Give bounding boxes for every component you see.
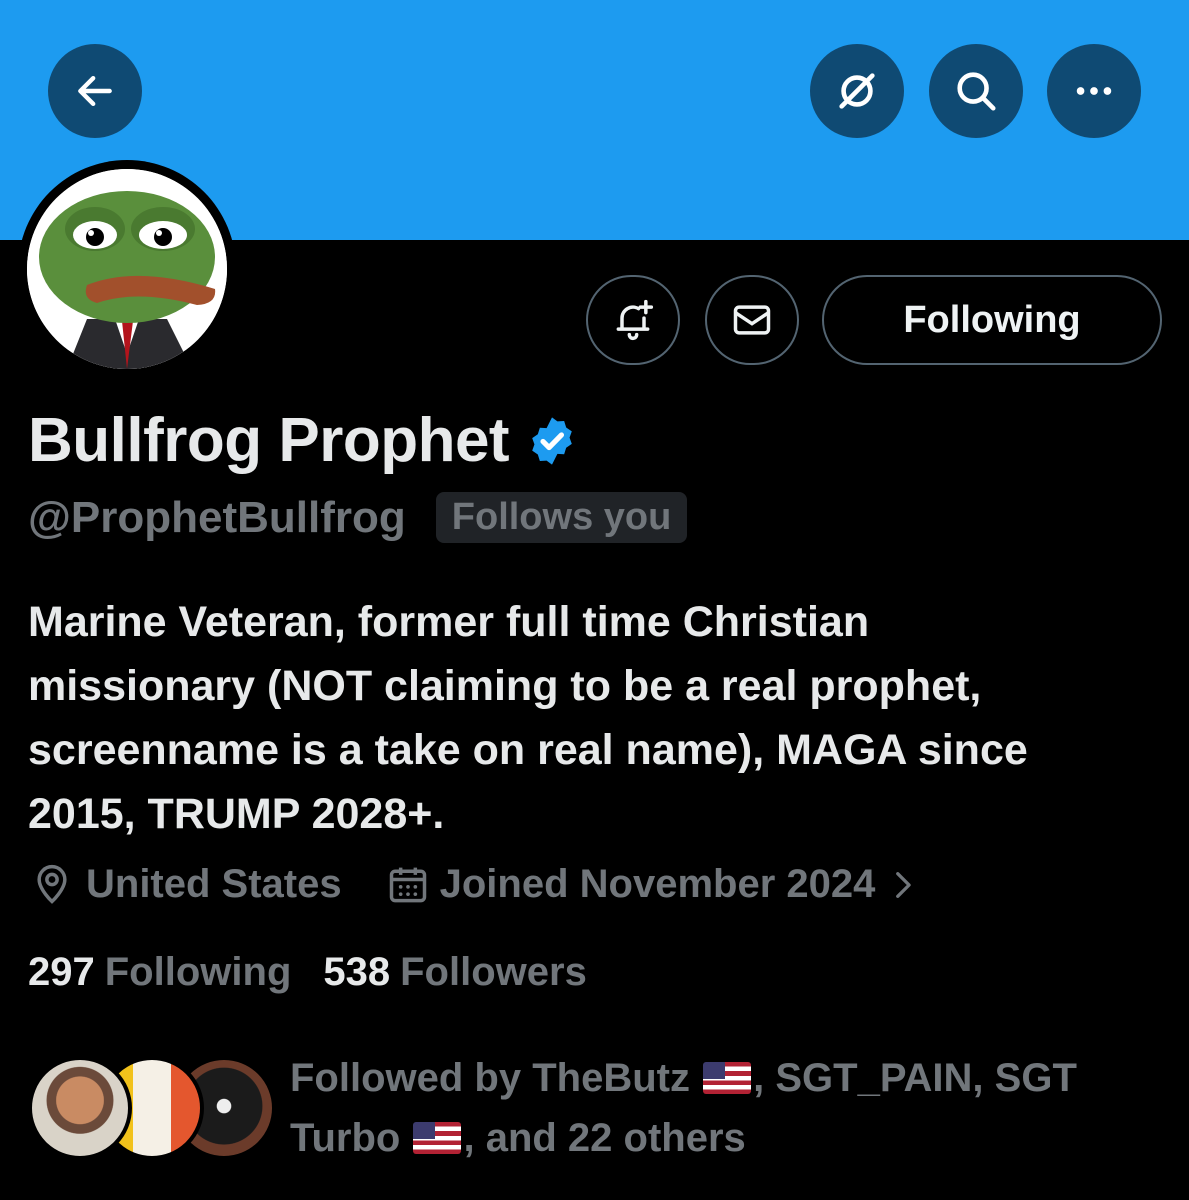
message-button[interactable] xyxy=(705,275,799,365)
followers-stat[interactable]: 538 Followers xyxy=(323,950,586,995)
bio-line: Marine Veteran, former full time Christi… xyxy=(28,598,870,646)
mutual-avatars xyxy=(28,1048,276,1160)
following-label: Following xyxy=(104,950,292,994)
grok-icon xyxy=(839,73,875,109)
profile-meta: United States Joined November 2024 xyxy=(30,862,919,907)
location-text: United States xyxy=(86,862,342,906)
mutual-user-link[interactable]: TheButz xyxy=(532,1056,690,1100)
envelope-icon xyxy=(733,305,771,335)
us-flag-icon xyxy=(703,1062,752,1094)
followers-count: 538 xyxy=(323,950,391,994)
arrow-left-icon xyxy=(78,75,112,107)
bio-line: missionary (NOT claiming to be a real pr… xyxy=(28,662,982,710)
notify-button[interactable] xyxy=(586,275,680,365)
following-count: 297 xyxy=(28,950,95,994)
join-date-text: Joined November 2024 xyxy=(439,862,876,906)
bio-line: 2015, TRUMP 2028+. xyxy=(28,790,445,838)
profile-handle: @ProphetBullfrog xyxy=(28,492,406,542)
following-button[interactable]: Following xyxy=(822,275,1162,365)
location: United States xyxy=(30,862,342,907)
handle-row: @ProphetBullfrog Follows you xyxy=(28,492,688,543)
follows-you-badge: Follows you xyxy=(435,492,688,543)
calendar-icon xyxy=(389,867,426,902)
bell-plus-icon xyxy=(616,299,654,341)
grok-button[interactable] xyxy=(810,44,904,138)
more-button[interactable] xyxy=(1047,44,1141,138)
mutual-user-link[interactable]: Turbo xyxy=(290,1116,400,1160)
profile-bio: Marine Veteran, former full time Christi… xyxy=(28,590,1158,846)
followed-by-suffix: , and 22 others xyxy=(463,1116,746,1160)
followed-by-text: Followed by TheButz , SGT_PAIN, SGT Turb… xyxy=(290,1048,1150,1168)
verified-badge-icon[interactable] xyxy=(525,414,579,468)
search-icon xyxy=(957,72,996,111)
followed-by-prefix: Followed by xyxy=(290,1056,533,1100)
location-pin-icon xyxy=(37,864,67,904)
profile-name-row: Bullfrog Prophet xyxy=(28,405,579,476)
join-date[interactable]: Joined November 2024 xyxy=(386,862,920,907)
us-flag-icon xyxy=(413,1122,462,1154)
mutual-avatar xyxy=(28,1056,132,1160)
more-dots-icon xyxy=(1076,87,1112,95)
back-button[interactable] xyxy=(48,44,142,138)
followers-label: Followers xyxy=(400,950,587,994)
profile-avatar[interactable] xyxy=(18,160,236,378)
bio-line: screenname is a take on real name), MAGA… xyxy=(28,726,1028,774)
frog-avatar-image xyxy=(27,169,227,369)
mutual-users-text[interactable]: , SGT_PAIN, SGT xyxy=(753,1056,1077,1100)
search-button[interactable] xyxy=(929,44,1023,138)
followed-by-section[interactable]: Followed by TheButz , SGT_PAIN, SGT Turb… xyxy=(28,1048,1150,1168)
chevron-right-icon xyxy=(896,871,912,898)
profile-name: Bullfrog Prophet xyxy=(28,406,510,475)
following-stat[interactable]: 297 Following xyxy=(28,950,291,995)
follow-stats: 297 Following 538 Followers xyxy=(28,950,587,995)
